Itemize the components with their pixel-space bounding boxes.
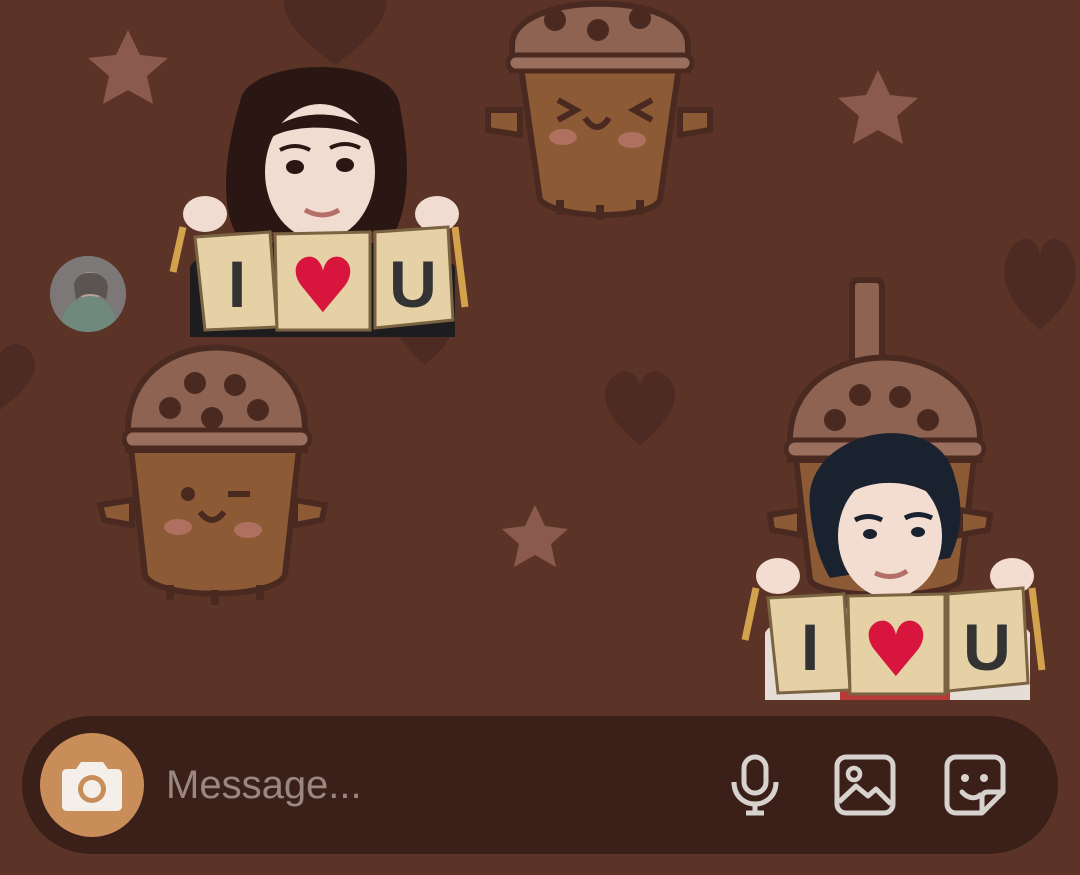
heart-decoration [1004,238,1076,330]
microphone-icon [731,754,779,816]
gallery-button[interactable] [830,750,900,820]
sender-avatar[interactable] [50,256,126,332]
microphone-button[interactable] [720,750,790,820]
message-input[interactable] [166,754,686,816]
banner-heart: ♥ [862,605,930,694]
banner-letter: I [801,610,819,684]
love-sticker-sent[interactable]: I ♥ U [740,418,1050,700]
banner-letter: I [228,247,246,321]
boba-cup-decoration [485,0,713,220]
sticker-icon [944,754,1006,816]
banner-letter: U [963,610,1011,684]
avatar-photo-icon [50,256,126,332]
banner: I ♥ U [193,225,455,332]
banner-heart: ♥ [289,241,357,330]
boba-cup-decoration [96,344,329,605]
love-sticker-received[interactable]: I ♥ U [165,62,475,337]
star-decoration [502,505,568,567]
heart-decoration [283,0,387,65]
star-decoration [88,30,168,104]
message-composer [22,716,1058,854]
gallery-icon [834,754,896,816]
camera-icon [62,762,122,811]
heart-decoration [604,371,676,445]
sticker-button[interactable] [940,750,1010,820]
star-decoration [838,70,918,144]
banner-letter: U [389,247,437,321]
heart-decoration [0,344,35,410]
banner: I ♥ U [766,586,1030,696]
camera-button[interactable] [40,733,144,837]
